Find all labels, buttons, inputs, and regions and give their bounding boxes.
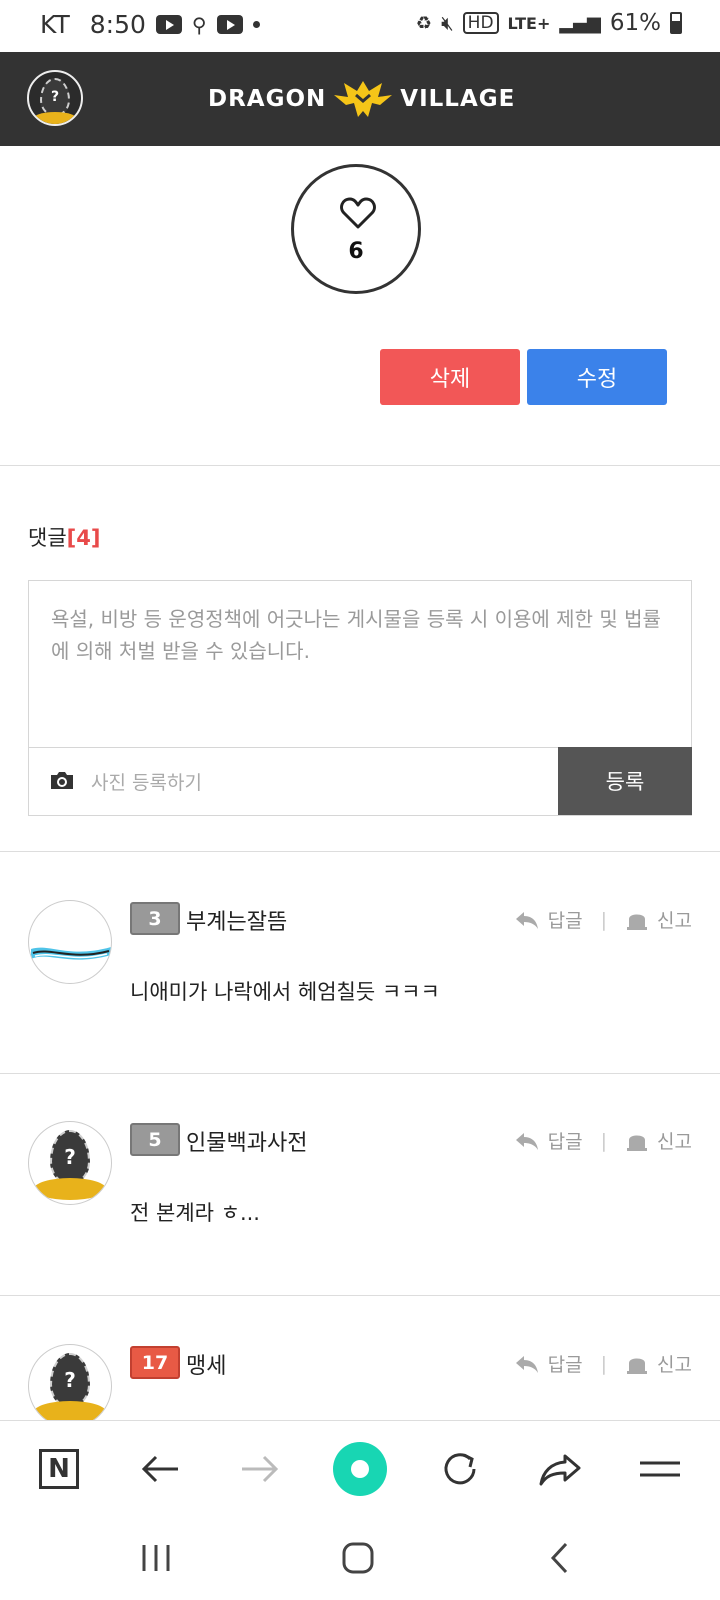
arrow-left-icon xyxy=(141,1455,178,1483)
mute-icon: 🔇︎ xyxy=(441,11,454,35)
dragon-avatar-icon xyxy=(31,947,111,960)
divider xyxy=(0,1073,720,1074)
separator: | xyxy=(600,908,608,931)
commenter-name[interactable]: 맹세 xyxy=(186,1348,226,1380)
comments-title: 댓글 xyxy=(28,526,67,550)
commenter-avatar[interactable]: ? xyxy=(28,1121,112,1205)
divider xyxy=(0,851,720,852)
comment-text: 니애미가 나락에서 헤엄칠듯 ㅋㅋㅋ xyxy=(130,980,440,1004)
commenter-name[interactable]: 부계는잘뜸 xyxy=(186,904,287,936)
battery-saver-icon: ♻ xyxy=(415,12,433,34)
logo-text-right: VILLAGE xyxy=(400,86,516,112)
battery-icon xyxy=(670,12,682,34)
comment-composer: 욕설, 비방 등 운영정책에 어긋나는 게시물을 등록 시 이용에 제한 및 법… xyxy=(28,580,692,816)
submit-comment-button[interactable]: 등록 xyxy=(558,747,692,815)
reply-button[interactable]: 답글 xyxy=(548,906,583,933)
menu-button[interactable] xyxy=(632,1441,688,1497)
forward-button[interactable] xyxy=(232,1441,288,1497)
divider xyxy=(0,1295,720,1296)
level-badge: 5 xyxy=(130,1123,180,1156)
youtube-icon xyxy=(216,15,243,34)
hd-icon: HD xyxy=(462,12,499,34)
system-navigation-bar xyxy=(0,1516,720,1600)
alarm-icon xyxy=(627,1135,648,1151)
level-badge: 3 xyxy=(130,902,180,935)
recents-icon xyxy=(142,1545,170,1571)
back-button[interactable] xyxy=(132,1441,188,1497)
signal-icon: ▂▄▆ xyxy=(559,12,601,34)
dragon-village-logo[interactable]: DRAGON VILLAGE xyxy=(208,74,515,124)
reply-icon xyxy=(515,1132,538,1150)
reload-icon xyxy=(444,1453,476,1485)
network-label: LTE+ xyxy=(507,13,551,33)
alarm-icon xyxy=(627,1358,648,1374)
commenter-avatar[interactable]: ? xyxy=(28,1344,112,1420)
edit-button[interactable]: 수정 xyxy=(527,349,667,405)
divider xyxy=(0,465,720,466)
separator: | xyxy=(600,1129,608,1152)
comment-text: 전 본계라 ㅎ... xyxy=(130,1201,260,1225)
egg-icon: ? xyxy=(50,1353,90,1407)
share-arrow-icon xyxy=(539,1454,581,1486)
profile-avatar[interactable]: ? xyxy=(27,70,83,126)
battery-percent: 61% xyxy=(609,10,661,36)
chevron-left-icon xyxy=(550,1542,568,1574)
reply-icon xyxy=(515,911,538,929)
green-dot-icon xyxy=(333,1442,387,1496)
commenter-name[interactable]: 인물백과사전 xyxy=(186,1125,307,1157)
recents-button[interactable] xyxy=(128,1530,184,1586)
hamburger-menu-icon xyxy=(640,1461,680,1477)
comments-count: [4] xyxy=(66,526,101,550)
more-notifications-icon xyxy=(252,21,260,28)
naver-n-icon: N xyxy=(39,1449,79,1489)
level-badge: 17 xyxy=(130,1346,180,1379)
commenter-avatar[interactable] xyxy=(28,900,112,984)
comment-input[interactable]: 욕설, 비방 등 운영정책에 어긋나는 게시물을 등록 시 이용에 제한 및 법… xyxy=(51,603,671,667)
reply-button[interactable]: 답글 xyxy=(548,1127,583,1154)
delete-button[interactable]: 삭제 xyxy=(380,349,520,405)
nest-icon xyxy=(34,1401,106,1420)
egg-icon: ? xyxy=(50,1130,90,1184)
account-icon: ⚲ xyxy=(191,12,207,37)
logo-text-left: DRAGON xyxy=(208,86,327,112)
nest-icon xyxy=(34,1178,106,1200)
reply-button[interactable]: 답글 xyxy=(548,1350,583,1377)
app-header: ? DRAGON VILLAGE xyxy=(0,52,720,146)
report-button[interactable]: 신고 xyxy=(657,1350,692,1377)
separator: | xyxy=(600,1352,608,1375)
reply-icon xyxy=(515,1355,538,1373)
like-count: 6 xyxy=(348,239,364,264)
camera-icon[interactable] xyxy=(49,770,75,790)
youtube-icon xyxy=(155,15,182,34)
arrow-right-icon xyxy=(242,1455,279,1483)
status-bar: KT 8:50 ⚲ ♻ 🔇︎ HD LTE+ ▂▄▆ 61% xyxy=(0,0,720,52)
share-button[interactable] xyxy=(532,1441,588,1497)
clock: 8:50 xyxy=(89,10,146,39)
browser-toolbar: N xyxy=(0,1420,720,1516)
dragon-emblem-icon xyxy=(334,81,393,117)
reload-button[interactable] xyxy=(432,1441,488,1497)
alarm-icon xyxy=(627,914,648,930)
report-button[interactable]: 신고 xyxy=(657,906,692,933)
nest-icon xyxy=(33,112,77,124)
home-button[interactable] xyxy=(330,1530,386,1586)
green-dot-button[interactable] xyxy=(332,1441,388,1497)
egg-icon: ? xyxy=(40,78,70,116)
carrier-label: KT xyxy=(40,10,70,39)
like-button[interactable]: 6 xyxy=(291,164,421,294)
comment-item: ? 17 맹세 답글 | 신고 xyxy=(0,1344,720,1420)
report-button[interactable]: 신고 xyxy=(657,1127,692,1154)
photo-upload-label[interactable]: 사진 등록하기 xyxy=(91,768,202,795)
home-icon xyxy=(342,1542,374,1574)
system-back-button[interactable] xyxy=(532,1530,588,1586)
heart-icon xyxy=(340,197,376,229)
naver-home-button[interactable]: N xyxy=(31,1441,87,1497)
comments-heading: 댓글[4] xyxy=(28,522,100,552)
